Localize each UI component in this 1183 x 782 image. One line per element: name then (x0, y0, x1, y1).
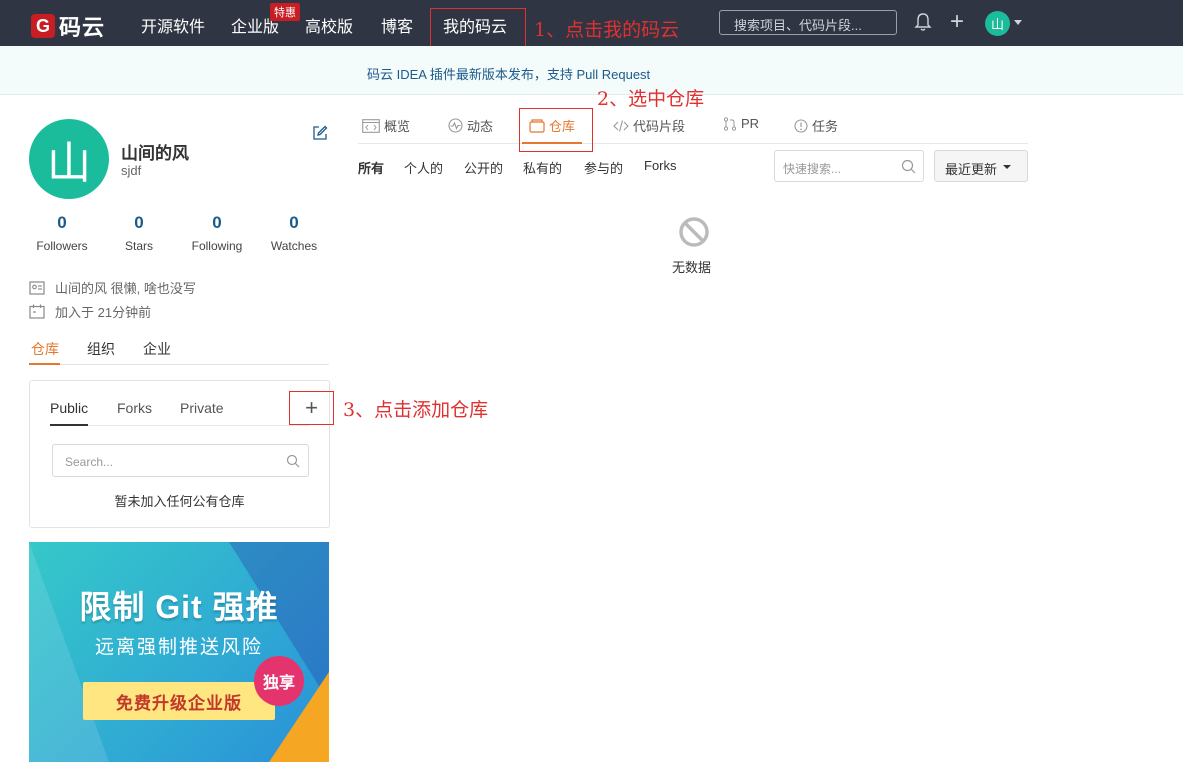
repo-search-field[interactable]: Search... (52, 444, 309, 477)
announcement-bar: 码云 IDEA 插件最新版本发布，支持 Pull Request (0, 46, 1183, 95)
stat-followers[interactable]: 0 Followers (27, 213, 97, 253)
tab-label: 概览 (384, 119, 411, 134)
calendar-icon (29, 304, 45, 319)
tab-label: 代码片段 (633, 119, 686, 134)
tab-repositories[interactable]: 仓库 (31, 339, 59, 359)
filter-forks[interactable]: Forks (644, 158, 677, 173)
repo-tab-private[interactable]: Private (180, 400, 224, 416)
profile-username: sjdf (121, 163, 142, 178)
stat-number: 0 (289, 213, 299, 232)
code-window-icon (362, 118, 380, 133)
tab-label: PR (741, 116, 760, 131)
edit-profile-icon[interactable] (312, 125, 328, 141)
bio-text: 山间的风 很懒, 啥也没写 (55, 281, 196, 296)
stat-watches[interactable]: 0 Watches (259, 213, 329, 253)
filter-participated[interactable]: 参与的 (584, 158, 623, 177)
tab-label: 任务 (812, 119, 839, 134)
stat-stars[interactable]: 0 Stars (104, 213, 174, 253)
search-icon (901, 159, 916, 174)
info-circle-icon (794, 118, 808, 133)
tab-activity[interactable]: 动态 (448, 116, 493, 135)
main-tabs-divider (358, 143, 1028, 144)
stat-label: Watches (270, 239, 318, 253)
profile-joined: 加入于 21分钟前 (29, 302, 151, 321)
annotation-step1: 1、点击我的码云 (534, 19, 680, 41)
filter-all[interactable]: 所有 (358, 158, 384, 177)
filter-public[interactable]: 公开的 (464, 158, 503, 177)
announcement-link[interactable]: 码云 IDEA 插件最新版本发布，支持 Pull Request (367, 64, 650, 83)
pulse-icon (448, 118, 463, 133)
banner-title: 限制 Git 强推 (79, 589, 279, 625)
profile-avatar: 山 (29, 119, 109, 199)
nav-education[interactable]: 高校版 (305, 13, 353, 37)
active-tab-underline (29, 363, 60, 365)
logo-mark-icon: G (31, 14, 55, 38)
profile-name: 山间的风 (121, 144, 189, 163)
filter-private[interactable]: 私有的 (523, 158, 562, 177)
repo-tabs-divider (50, 425, 309, 426)
stat-number: 0 (134, 213, 144, 232)
user-avatar[interactable]: 山 (985, 11, 1010, 36)
tab-organizations[interactable]: 组织 (87, 339, 115, 359)
filter-personal[interactable]: 个人的 (404, 158, 443, 177)
stat-number: 0 (57, 213, 67, 232)
nav-blog[interactable]: 博客 (381, 13, 413, 37)
repo-list-card: Public Forks Private + Search... 暂未加入任何公… (29, 380, 334, 528)
tab-overview[interactable]: 概览 (362, 116, 410, 135)
code-icon (613, 119, 629, 132)
global-search-input[interactable]: 搜索项目、代码片段... (719, 10, 897, 35)
tab-enterprises[interactable]: 企业 (143, 339, 171, 359)
banner-exclusive-badge: 独享 (254, 656, 304, 706)
notification-bell-icon[interactable] (914, 12, 932, 32)
repo-active-tab-underline (50, 424, 88, 426)
tab-label: 动态 (467, 119, 494, 134)
profile-bio: 山间的风 很懒, 啥也没写 (29, 278, 196, 297)
annotation-highlight-repo-tab (519, 108, 593, 152)
banner-upgrade-button[interactable]: 免费升级企业版 (83, 682, 275, 720)
annotation-step3: 3、点击添加仓库 (343, 399, 489, 421)
no-data-text: 无数据 (672, 260, 712, 275)
quick-search-field[interactable]: 快速搜索... (774, 150, 924, 182)
stat-label: Followers (36, 239, 88, 253)
profile-tabs: 仓库 组织 企业 (29, 338, 329, 365)
chevron-down-icon (1003, 165, 1011, 169)
promo-badge: 特惠 (270, 3, 300, 21)
annotation-step2: 2、选中仓库 (597, 88, 705, 110)
id-card-icon (29, 280, 45, 295)
tab-tasks[interactable]: 任务 (794, 116, 838, 135)
promo-banner[interactable]: 限制 Git 强推 远离强制推送风险 免费升级企业版 独享 (29, 542, 329, 762)
no-data-icon (679, 217, 709, 247)
empty-public-repos: 暂未加入任何公有仓库 (114, 494, 245, 509)
pull-request-icon (723, 116, 737, 131)
stat-label: Stars (124, 239, 153, 253)
create-plus-icon[interactable]: + (950, 10, 964, 34)
tab-code-snippets[interactable]: 代码片段 (613, 116, 685, 135)
sort-label: 最近更新 (945, 162, 998, 177)
repo-tab-public[interactable]: Public (50, 400, 88, 416)
tab-pull-requests[interactable]: PR (723, 116, 759, 131)
stat-number: 0 (212, 213, 222, 232)
repo-tab-forks[interactable]: Forks (117, 400, 152, 416)
stat-following[interactable]: 0 Following (182, 213, 252, 253)
nav-open-source[interactable]: 开源软件 (141, 13, 205, 37)
repo-search-input[interactable]: Search... (65, 455, 113, 469)
stat-label: Following (191, 239, 243, 253)
gitee-logo[interactable]: G 码云 (31, 10, 105, 42)
add-repository-button[interactable]: + (289, 391, 334, 425)
search-icon (286, 454, 300, 468)
sort-dropdown[interactable]: 最近更新 (934, 150, 1028, 182)
avatar-dropdown-caret-icon[interactable] (1014, 20, 1022, 25)
logo-text: 码云 (59, 15, 106, 40)
quick-search-input[interactable]: 快速搜索... (783, 160, 841, 177)
banner-subtitle: 远离强制推送风险 (94, 637, 263, 658)
joined-text: 加入于 21分钟前 (55, 305, 152, 320)
